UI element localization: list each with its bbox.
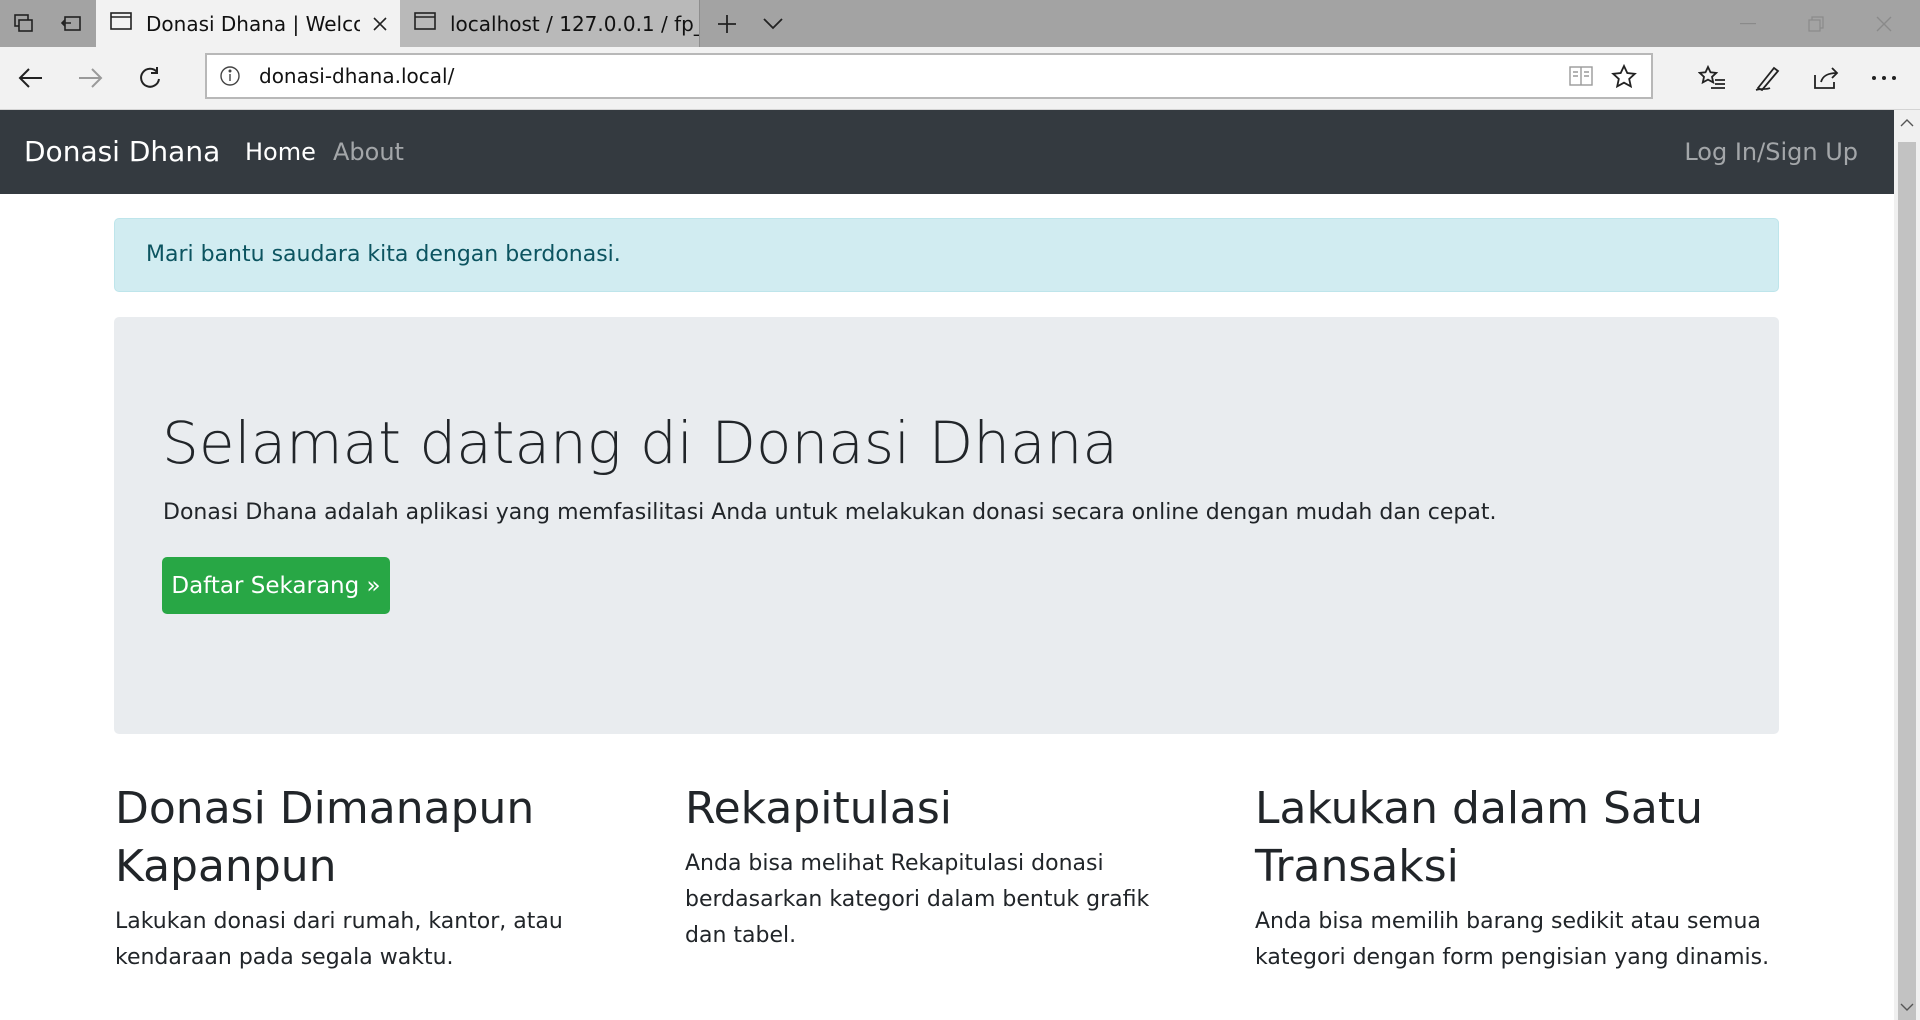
tab-preview-button[interactable]: [0, 0, 48, 47]
minimize-icon: [1740, 22, 1756, 24]
favorite-star-icon[interactable]: [1611, 63, 1637, 94]
tab-title: Donasi Dhana | Welcom: [146, 11, 360, 36]
scroll-up-button[interactable]: [1894, 110, 1920, 136]
info-alert: Mari bantu saudara kita dengan berdonasi…: [114, 218, 1779, 292]
address-bar[interactable]: donasi-dhana.local/: [205, 53, 1653, 99]
close-icon[interactable]: [360, 16, 400, 32]
feature-column: Lakukan dalam Satu Transaksi Anda bisa m…: [1255, 780, 1785, 976]
arrow-left-icon: [18, 68, 42, 88]
close-icon: [1876, 16, 1892, 31]
page-icon: [414, 11, 436, 36]
forward-button[interactable]: [66, 54, 114, 102]
scroll-down-button[interactable]: [1894, 994, 1920, 1020]
restore-icon: [1808, 15, 1824, 32]
url-text[interactable]: donasi-dhana.local/: [259, 55, 454, 97]
favorites-list-icon: [1698, 65, 1725, 89]
chevron-down-icon: [763, 17, 783, 29]
share-button[interactable]: [1802, 54, 1850, 102]
restore-button[interactable]: [1782, 0, 1850, 47]
feature-text: Anda bisa memilih barang sedikit atau se…: [1255, 909, 1770, 970]
site-navbar: Donasi Dhana Home About Log In/Sign Up: [0, 110, 1894, 194]
feature-text: Anda bisa melihat Rekapitulasi donasi be…: [685, 851, 1150, 948]
favorites-hub-button[interactable]: [1688, 54, 1736, 102]
feature-title: Lakukan dalam Satu Transaksi: [1255, 783, 1703, 892]
more-dots-icon: [1872, 76, 1896, 80]
page-icon: [110, 11, 132, 36]
nav-home-link[interactable]: Home: [245, 110, 316, 194]
pen-icon: [1755, 66, 1780, 92]
feature-column: Donasi Dimanapun Kapanpun Lakukan donasi…: [115, 780, 635, 976]
lead-text: Donasi Dhana adalah aplikasi yang memfas…: [163, 500, 1497, 525]
vertical-scrollbar[interactable]: [1894, 110, 1920, 1020]
window-close-button[interactable]: [1850, 0, 1918, 47]
feature-text: Lakukan donasi dari rumah, kantor, atau …: [115, 909, 563, 970]
tabs-preview-icon: [14, 13, 33, 32]
share-icon: [1814, 67, 1839, 89]
feature-column: Rekapitulasi Anda bisa melihat Rekapitul…: [685, 780, 1195, 954]
feature-title: Rekapitulasi: [685, 783, 952, 834]
reading-view-icon[interactable]: [1569, 65, 1593, 91]
refresh-icon: [140, 67, 160, 88]
tabs-aside-button[interactable]: [48, 0, 96, 47]
feature-title: Donasi Dimanapun Kapanpun: [115, 783, 535, 892]
browser-tab-strip: Donasi Dhana | Welcom localhost / 127.0.…: [0, 0, 1920, 47]
jumbotron: Selamat datang di Donasi Dhana Donasi Dh…: [114, 317, 1779, 734]
chevron-up-icon: [1900, 119, 1914, 127]
login-signup-link[interactable]: Log In/Sign Up: [1684, 110, 1858, 194]
back-button[interactable]: [7, 54, 55, 102]
more-menu-button[interactable]: [1860, 54, 1908, 102]
brand-link[interactable]: Donasi Dhana: [24, 110, 220, 194]
tab-list-button[interactable]: [750, 0, 796, 47]
page-title: Selamat datang di Donasi Dhana: [162, 409, 1118, 477]
arrow-right-icon: [79, 68, 103, 88]
scrollbar-thumb[interactable]: [1898, 142, 1916, 1020]
tab-phpmyadmin[interactable]: localhost / 127.0.0.1 / fp_pb: [400, 0, 700, 47]
tab-donasi-dhana[interactable]: Donasi Dhana | Welcom: [96, 0, 400, 47]
new-tab-button[interactable]: [704, 0, 750, 47]
tab-title: localhost / 127.0.0.1 / fp_pb: [450, 11, 699, 36]
info-icon[interactable]: [219, 65, 241, 91]
web-note-button[interactable]: [1744, 54, 1792, 102]
refresh-button[interactable]: [126, 54, 174, 102]
nav-about-link[interactable]: About: [333, 110, 404, 194]
plus-icon: [718, 14, 736, 33]
register-now-button[interactable]: Daftar Sekarang »: [162, 557, 390, 614]
minimize-button[interactable]: [1714, 0, 1782, 47]
browser-toolbar: donasi-dhana.local/: [0, 47, 1920, 110]
chevron-down-icon: [1900, 1003, 1914, 1011]
set-tabs-aside-icon: [60, 15, 81, 31]
